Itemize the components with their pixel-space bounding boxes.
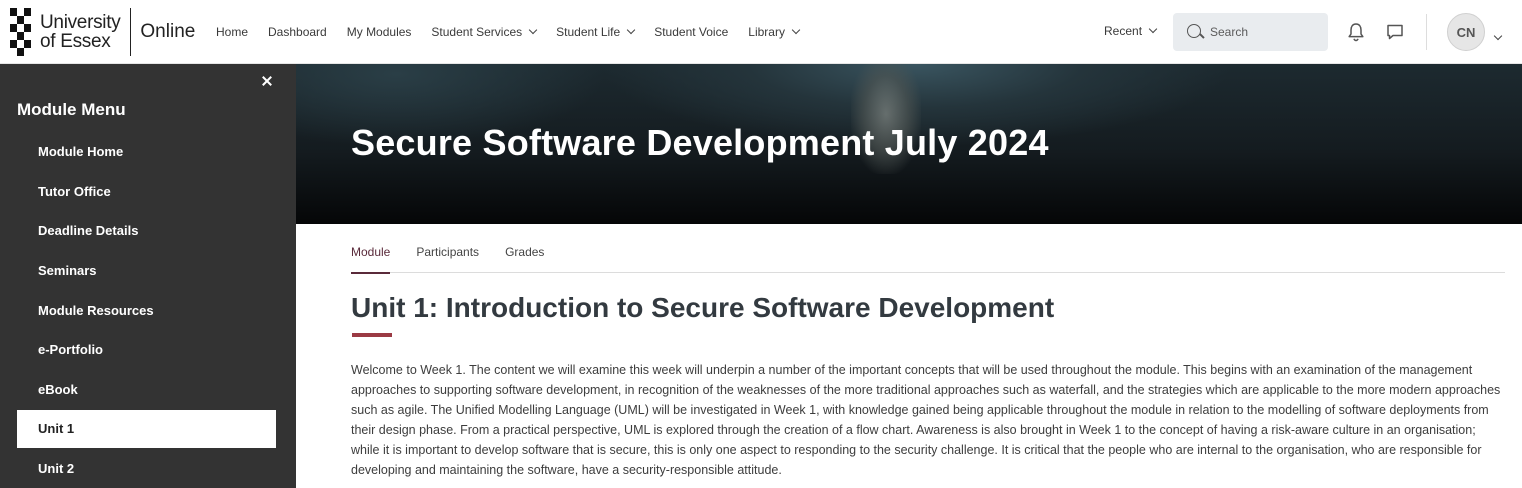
nav-student-services-label: Student Services [431, 25, 523, 39]
module-header-banner: Secure Software Development July 2024 [296, 64, 1522, 224]
sidebar-item-ebook[interactable]: eBook [17, 370, 276, 410]
chevron-down-icon [791, 25, 801, 35]
search-box[interactable] [1173, 13, 1328, 51]
heading-accent-bar [352, 333, 392, 337]
sidebar-item-module-home[interactable]: Module Home [17, 132, 276, 172]
nav-student-voice[interactable]: Student Voice [654, 25, 728, 39]
messages-icon[interactable] [1386, 23, 1404, 41]
nav-my-modules-label: My Modules [346, 25, 412, 39]
user-menu-toggle[interactable] [1493, 26, 1503, 44]
close-icon[interactable] [258, 72, 276, 90]
logo-university-line2: of Essex [40, 31, 111, 52]
chevron-down-icon [1493, 31, 1503, 41]
sidebar-item-e-portfolio[interactable]: e-Portfolio [17, 330, 276, 370]
user-avatar[interactable]: CN [1447, 13, 1485, 51]
logo-university-text: University of Essex [40, 12, 121, 52]
logo-divider [130, 8, 132, 56]
essex-logo-mark-icon [10, 8, 32, 56]
university-logo[interactable]: University of Essex Online [10, 8, 195, 56]
module-title: Secure Software Development July 2024 [351, 122, 1049, 163]
sidebar-title: Module Menu [17, 100, 126, 119]
nav-student-voice-label: Student Voice [654, 25, 729, 39]
sidebar-item-unit-1[interactable]: Unit 1 [17, 409, 276, 448]
nav-student-services[interactable]: Student Services [431, 25, 538, 39]
tab-grades[interactable]: Grades [505, 224, 544, 273]
top-navbar: University of Essex Online Home Dashboar… [0, 0, 1522, 64]
section-intro-text: Welcome to Week 1. The content we will e… [351, 363, 1501, 477]
sidebar-item-module-resources[interactable]: Module Resources [17, 290, 276, 330]
logo-university-line1: University [40, 12, 121, 33]
nav-student-life[interactable]: Student Life [556, 25, 636, 39]
chevron-down-icon [528, 25, 538, 35]
chevron-down-icon [1148, 24, 1158, 34]
sidebar-item-tutor-office[interactable]: Tutor Office [17, 172, 276, 212]
primary-navigation: Home Dashboard My Modules Student Servic… [216, 0, 819, 64]
nav-dashboard-label: Dashboard [268, 25, 327, 39]
recent-dropdown[interactable]: Recent [1104, 24, 1158, 38]
recent-label: Recent [1104, 24, 1143, 38]
module-menu-sidebar: Module Menu Module Home Tutor Office Dea… [0, 64, 296, 488]
nav-dashboard[interactable]: Dashboard [268, 25, 327, 39]
nav-home[interactable]: Home [216, 25, 248, 39]
nav-my-modules[interactable]: My Modules [347, 25, 412, 39]
search-input[interactable] [1210, 25, 1320, 39]
chevron-down-icon [626, 25, 636, 35]
logo-online-text: Online [140, 21, 196, 42]
tab-participants[interactable]: Participants [416, 224, 479, 273]
sidebar-item-seminars[interactable]: Seminars [17, 251, 276, 291]
module-tabs: Module Participants Grades [351, 224, 1505, 274]
sidebar-item-unit-2[interactable]: Unit 2 [17, 449, 276, 488]
nav-student-life-label: Student Life [556, 25, 621, 39]
nav-library[interactable]: Library [748, 25, 801, 39]
section-heading: Unit 1: Introduction to Secure Software … [351, 292, 1055, 323]
nav-library-label: Library [748, 25, 785, 39]
tab-module[interactable]: Module [351, 224, 391, 274]
search-icon [1187, 23, 1204, 41]
navbar-divider [1426, 14, 1427, 50]
notification-bell-icon[interactable] [1347, 22, 1365, 42]
module-menu-list: Module Home Tutor Office Deadline Detail… [17, 132, 276, 488]
nav-home-label: Home [216, 25, 249, 39]
sidebar-item-deadline-details[interactable]: Deadline Details [17, 211, 276, 251]
